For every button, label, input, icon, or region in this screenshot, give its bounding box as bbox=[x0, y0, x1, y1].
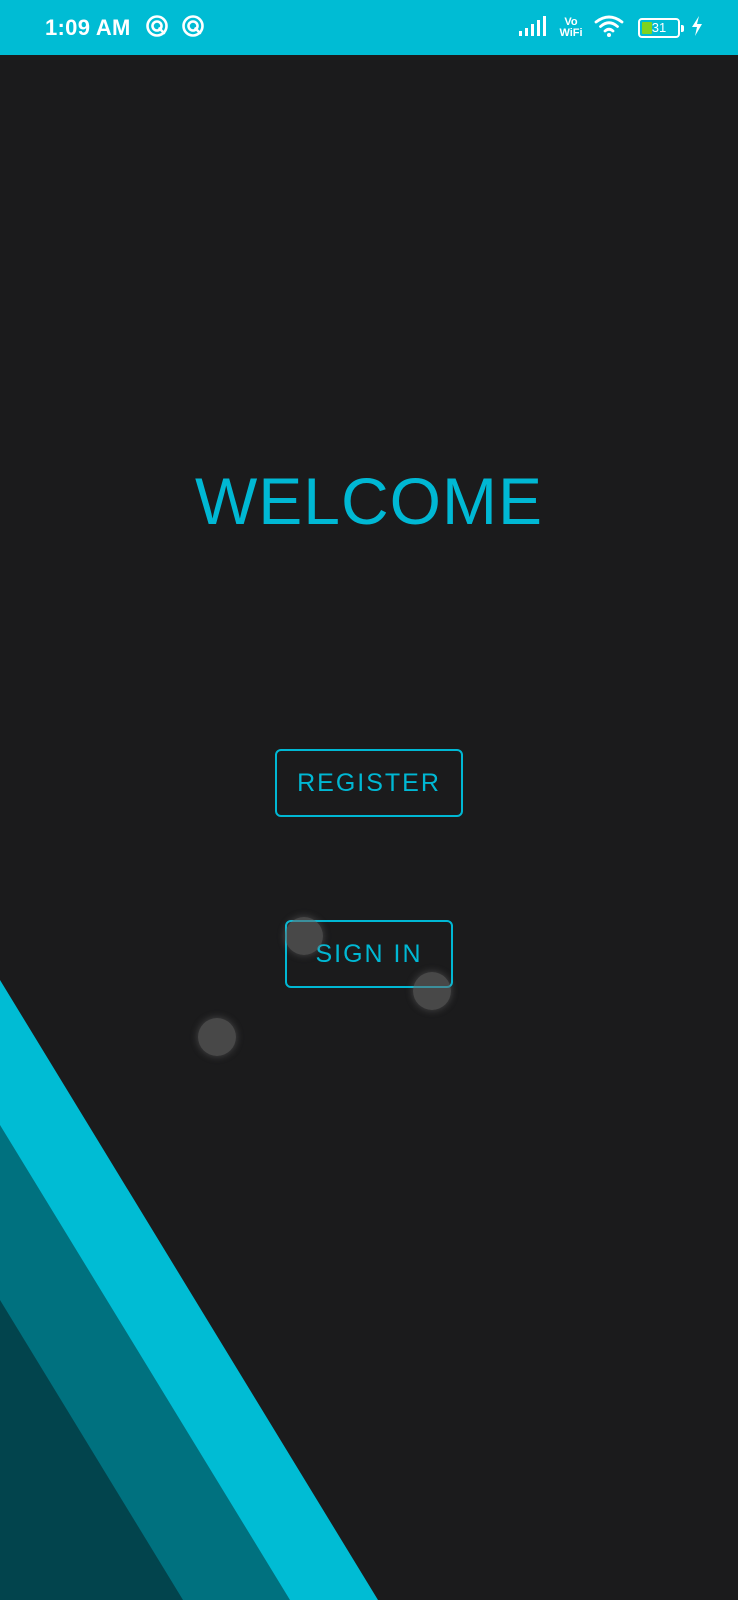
welcome-title: WELCOME bbox=[194, 464, 544, 538]
signin-button-label: SIGN IN bbox=[315, 939, 423, 968]
register-button[interactable]: REGISTER bbox=[275, 749, 463, 817]
touch-indicator bbox=[198, 1018, 236, 1056]
touch-indicator bbox=[285, 917, 323, 955]
register-button-label: REGISTER bbox=[297, 768, 441, 797]
touch-indicator bbox=[413, 972, 451, 1010]
